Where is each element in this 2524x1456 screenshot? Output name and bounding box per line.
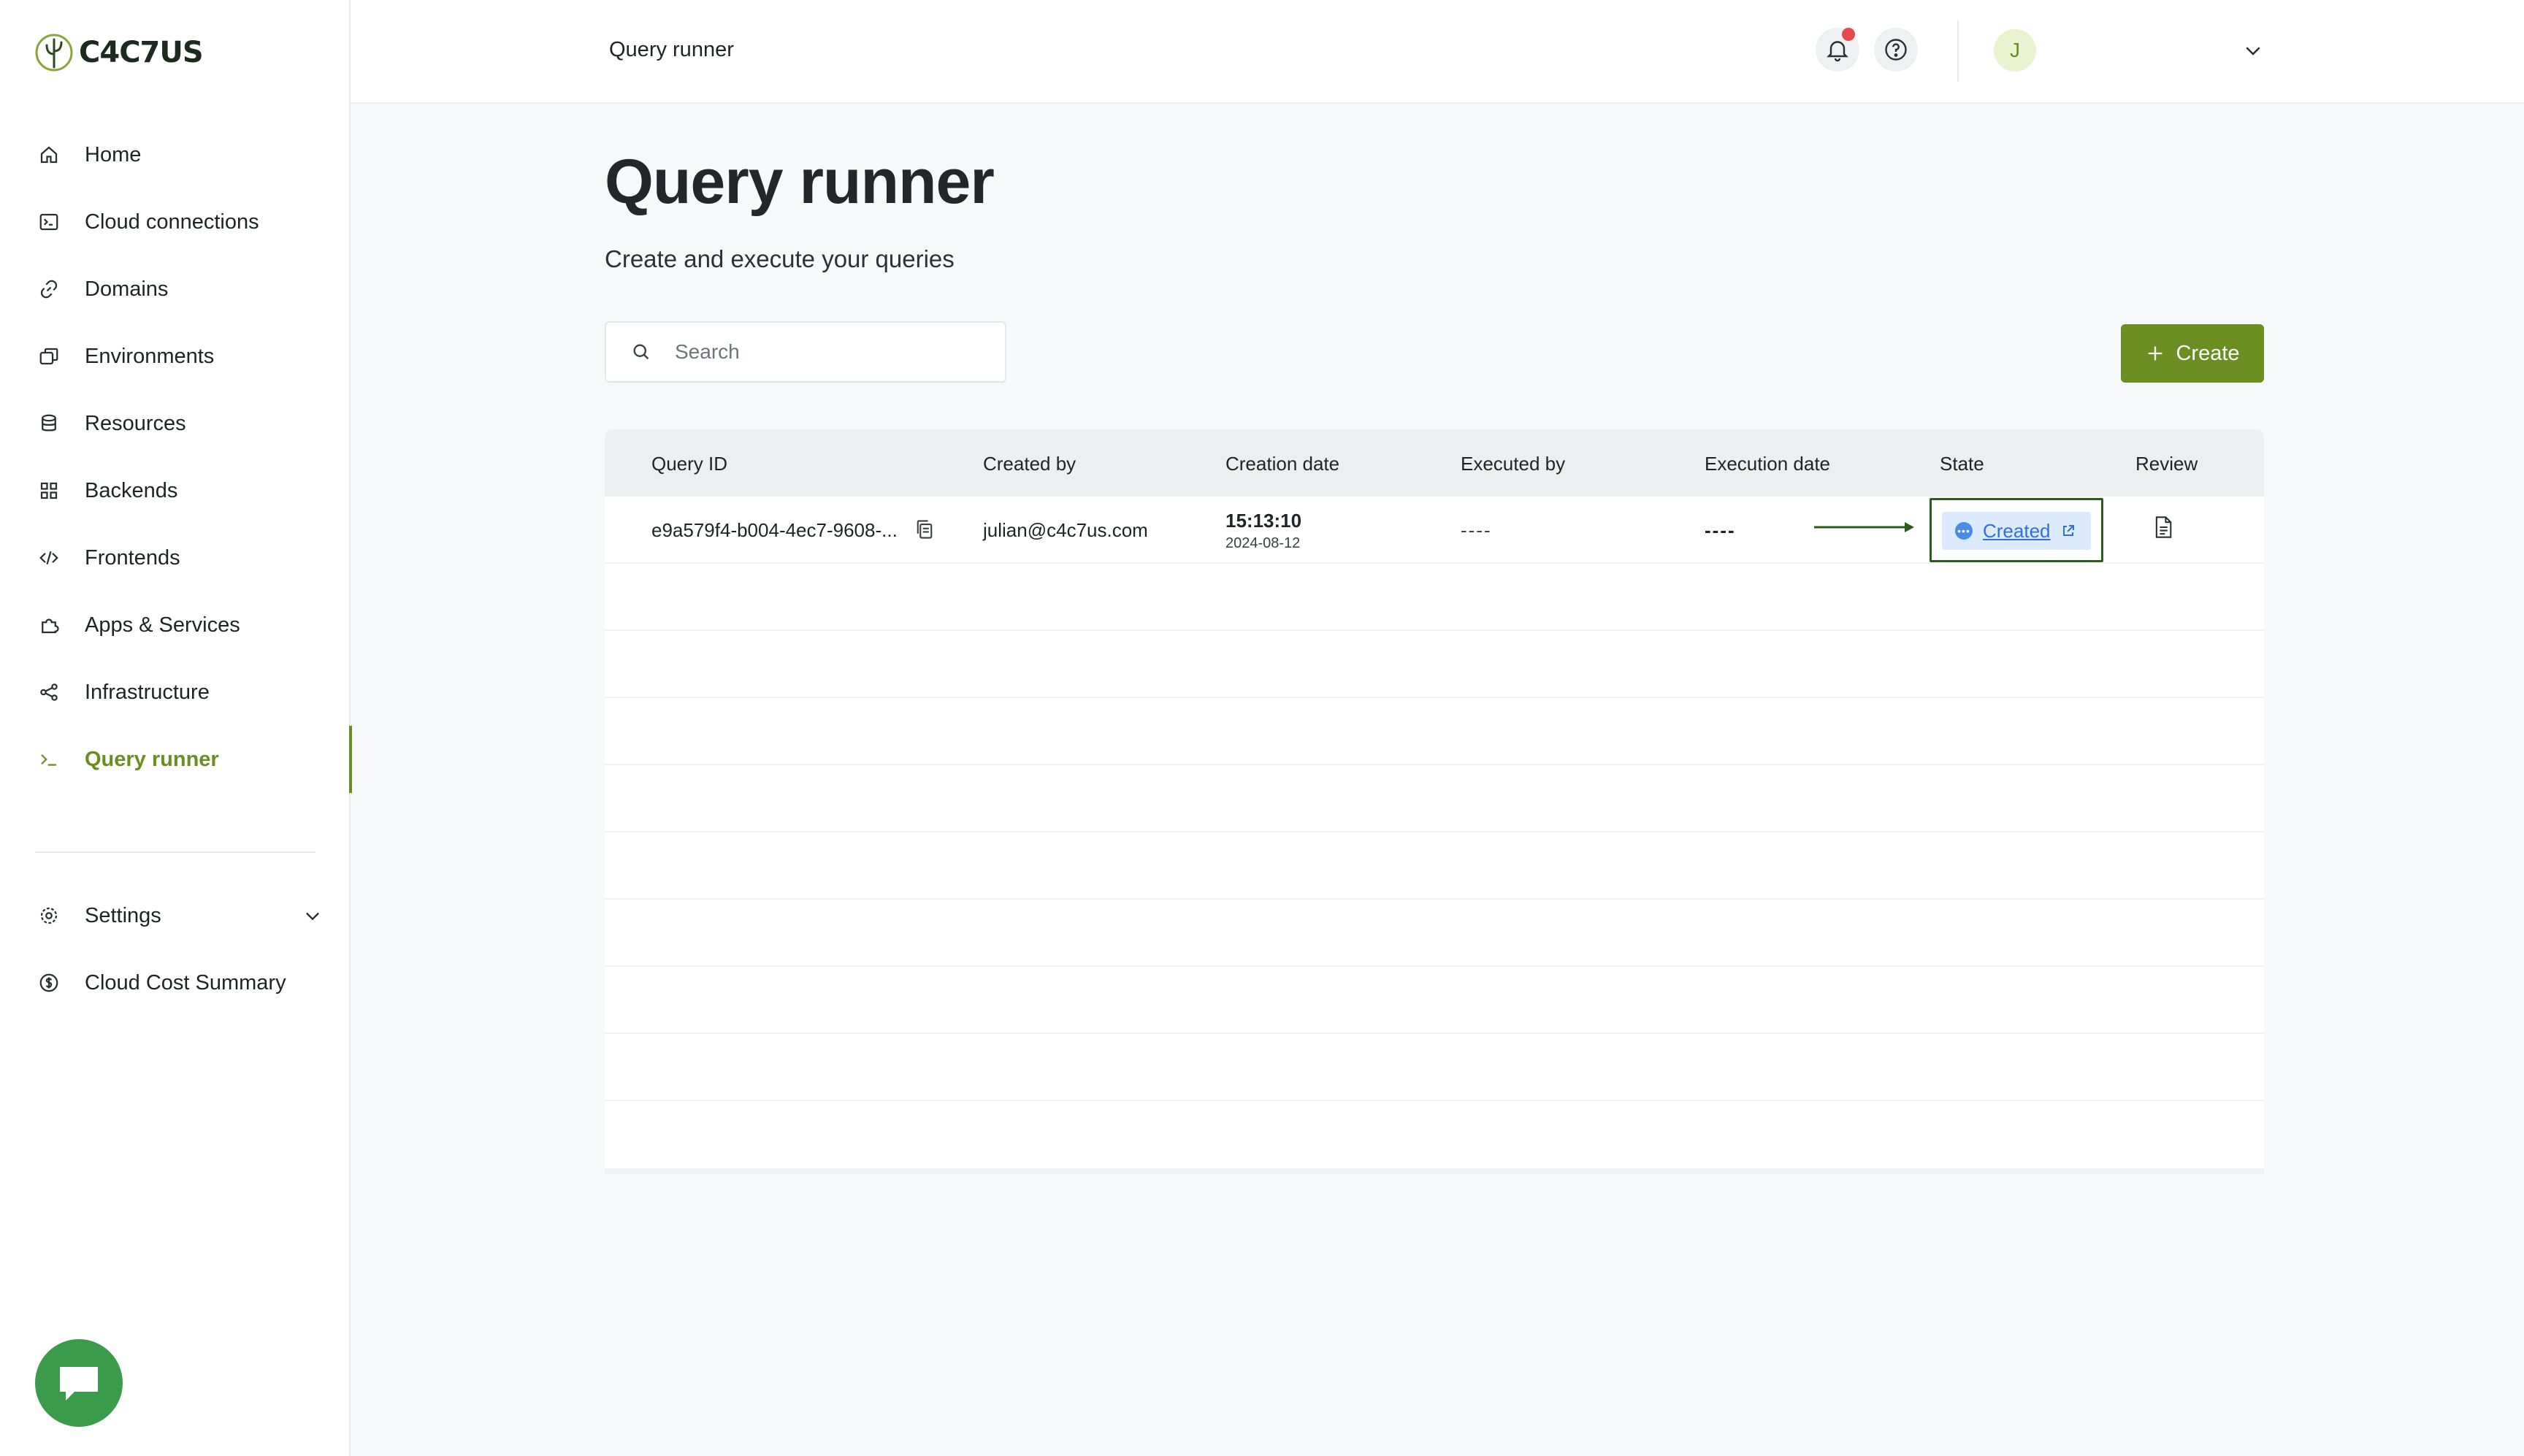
- column-header-created-by[interactable]: Created by: [983, 453, 1076, 475]
- sidebar-item-label: Cloud Cost Summary: [85, 970, 286, 995]
- copy-icon[interactable]: [914, 518, 935, 540]
- created-by-cell: julian@c4c7us.com: [983, 519, 1148, 541]
- notifications-button[interactable]: [1816, 28, 1859, 72]
- creation-date: 2024-08-12: [1225, 535, 1301, 551]
- terminal-box-icon: [38, 211, 60, 233]
- home-icon: [38, 144, 60, 166]
- sidebar-item-label: Frontends: [85, 545, 180, 570]
- sidebar-item-domains[interactable]: Domains: [0, 256, 351, 323]
- queries-table: Query ID Created by Creation date Execut…: [605, 429, 2264, 1174]
- sidebar-item-backends[interactable]: Backends: [0, 457, 351, 524]
- state-highlight: ••• Created: [1930, 498, 2103, 562]
- row-divider: [605, 697, 2264, 698]
- brand-name: C4C7US: [79, 36, 204, 69]
- search-input[interactable]: [675, 340, 996, 364]
- sidebar-item-label: Resources: [85, 411, 186, 435]
- row-divider: [605, 1100, 2264, 1101]
- link-icon: [38, 278, 60, 300]
- sidebar-item-label: Backends: [85, 478, 178, 502]
- header-title: Query runner: [609, 38, 734, 61]
- sidebar-item-label: Cloud connections: [85, 210, 259, 234]
- sidebar-item-infrastructure[interactable]: Infrastructure: [0, 659, 351, 726]
- grid-icon: [38, 480, 60, 502]
- row-divider: [605, 831, 2264, 832]
- sidebar-item-home[interactable]: Home: [0, 121, 351, 188]
- search-icon: [633, 344, 649, 360]
- table-header: Query ID Created by Creation date Execut…: [605, 429, 2264, 497]
- puzzle-icon: [38, 614, 60, 636]
- state-link[interactable]: Created: [1983, 520, 2051, 543]
- sidebar-secondary-nav: Settings Cloud Cost Summary: [0, 882, 351, 1016]
- search-box: [605, 321, 1006, 383]
- chevron-down-icon[interactable]: [2242, 39, 2264, 61]
- sidebar: C4C7US Home Cloud connections Domains En…: [0, 0, 352, 1456]
- query-id-cell: e9a579f4-b004-4ec7-9608-...: [651, 519, 898, 541]
- gear-icon: [38, 905, 60, 927]
- sidebar-item-label: Infrastructure: [85, 680, 210, 704]
- creation-date-cell: 15:13:10 2024-08-12: [1225, 510, 1301, 552]
- database-icon: [38, 413, 60, 434]
- nodes-icon: [38, 681, 60, 703]
- column-header-query-id[interactable]: Query ID: [651, 453, 727, 475]
- avatar[interactable]: J: [1994, 29, 2036, 72]
- chat-support-button[interactable]: [35, 1339, 123, 1427]
- page-title: Query runner: [605, 147, 995, 217]
- sidebar-item-environments[interactable]: Environments: [0, 323, 351, 390]
- arrow-right-icon: [1814, 522, 1914, 532]
- row-divider: [605, 898, 2264, 900]
- sidebar-item-frontends[interactable]: Frontends: [0, 524, 351, 591]
- code-icon: [38, 547, 60, 569]
- column-header-executed-by[interactable]: Executed by: [1461, 453, 1565, 475]
- status-badge[interactable]: ••• Created: [1942, 512, 2091, 550]
- sidebar-item-query-runner[interactable]: Query runner: [0, 726, 352, 793]
- table-footer-bar: [605, 1168, 2264, 1174]
- create-button-label: Create: [2176, 341, 2240, 365]
- column-header-creation-date[interactable]: Creation date: [1225, 453, 1339, 475]
- prompt-icon: [38, 748, 60, 770]
- document-icon[interactable]: [2153, 516, 2173, 539]
- chevron-down-icon[interactable]: [302, 905, 323, 926]
- question-circle-icon: [1885, 39, 1907, 61]
- row-divider: [605, 1032, 2264, 1034]
- header-divider: [1957, 20, 1959, 82]
- creation-time: 15:13:10: [1225, 510, 1302, 532]
- column-header-execution-date[interactable]: Execution date: [1705, 453, 1830, 475]
- sidebar-item-label: Environments: [85, 344, 215, 368]
- dollar-icon: [38, 972, 60, 994]
- column-header-state[interactable]: State: [1940, 453, 1984, 475]
- row-divider: [605, 965, 2264, 967]
- logo[interactable]: C4C7US: [34, 32, 204, 73]
- row-divider: [605, 764, 2264, 765]
- environments-icon: [38, 345, 60, 367]
- executed-by-cell: ----: [1461, 519, 1492, 541]
- cactus-logo-icon: [35, 34, 73, 72]
- create-button[interactable]: Create: [2121, 324, 2264, 383]
- execution-date-cell: ----: [1705, 519, 1736, 541]
- sidebar-item-cloud-connections[interactable]: Cloud connections: [0, 188, 351, 256]
- external-link-icon: [2062, 525, 2074, 536]
- chat-icon: [60, 1367, 98, 1401]
- sidebar-item-settings[interactable]: Settings: [0, 882, 351, 949]
- page-subtitle: Create and execute your queries: [605, 245, 955, 272]
- more-dots-icon: •••: [1955, 522, 1973, 540]
- column-header-review[interactable]: Review: [2135, 453, 2198, 475]
- sidebar-item-apps-services[interactable]: Apps & Services: [0, 591, 351, 659]
- sidebar-item-cloud-cost-summary[interactable]: Cloud Cost Summary: [0, 949, 351, 1016]
- plus-icon: [2149, 346, 2162, 361]
- sidebar-item-label: Home: [85, 142, 142, 166]
- sidebar-item-label: Settings: [85, 903, 161, 927]
- sidebar-item-label: Query runner: [85, 747, 219, 771]
- row-divider: [605, 562, 2264, 564]
- help-button[interactable]: [1874, 28, 1918, 72]
- sidebar-item-label: Domains: [85, 277, 169, 301]
- row-divider: [605, 629, 2264, 631]
- top-header: Query runner J: [351, 0, 2524, 104]
- sidebar-item-resources[interactable]: Resources: [0, 390, 351, 457]
- sidebar-divider: [35, 851, 316, 853]
- notification-dot: [1842, 28, 1855, 41]
- sidebar-item-label: Apps & Services: [85, 613, 240, 637]
- sidebar-nav: Home Cloud connections Domains Environme…: [0, 121, 352, 793]
